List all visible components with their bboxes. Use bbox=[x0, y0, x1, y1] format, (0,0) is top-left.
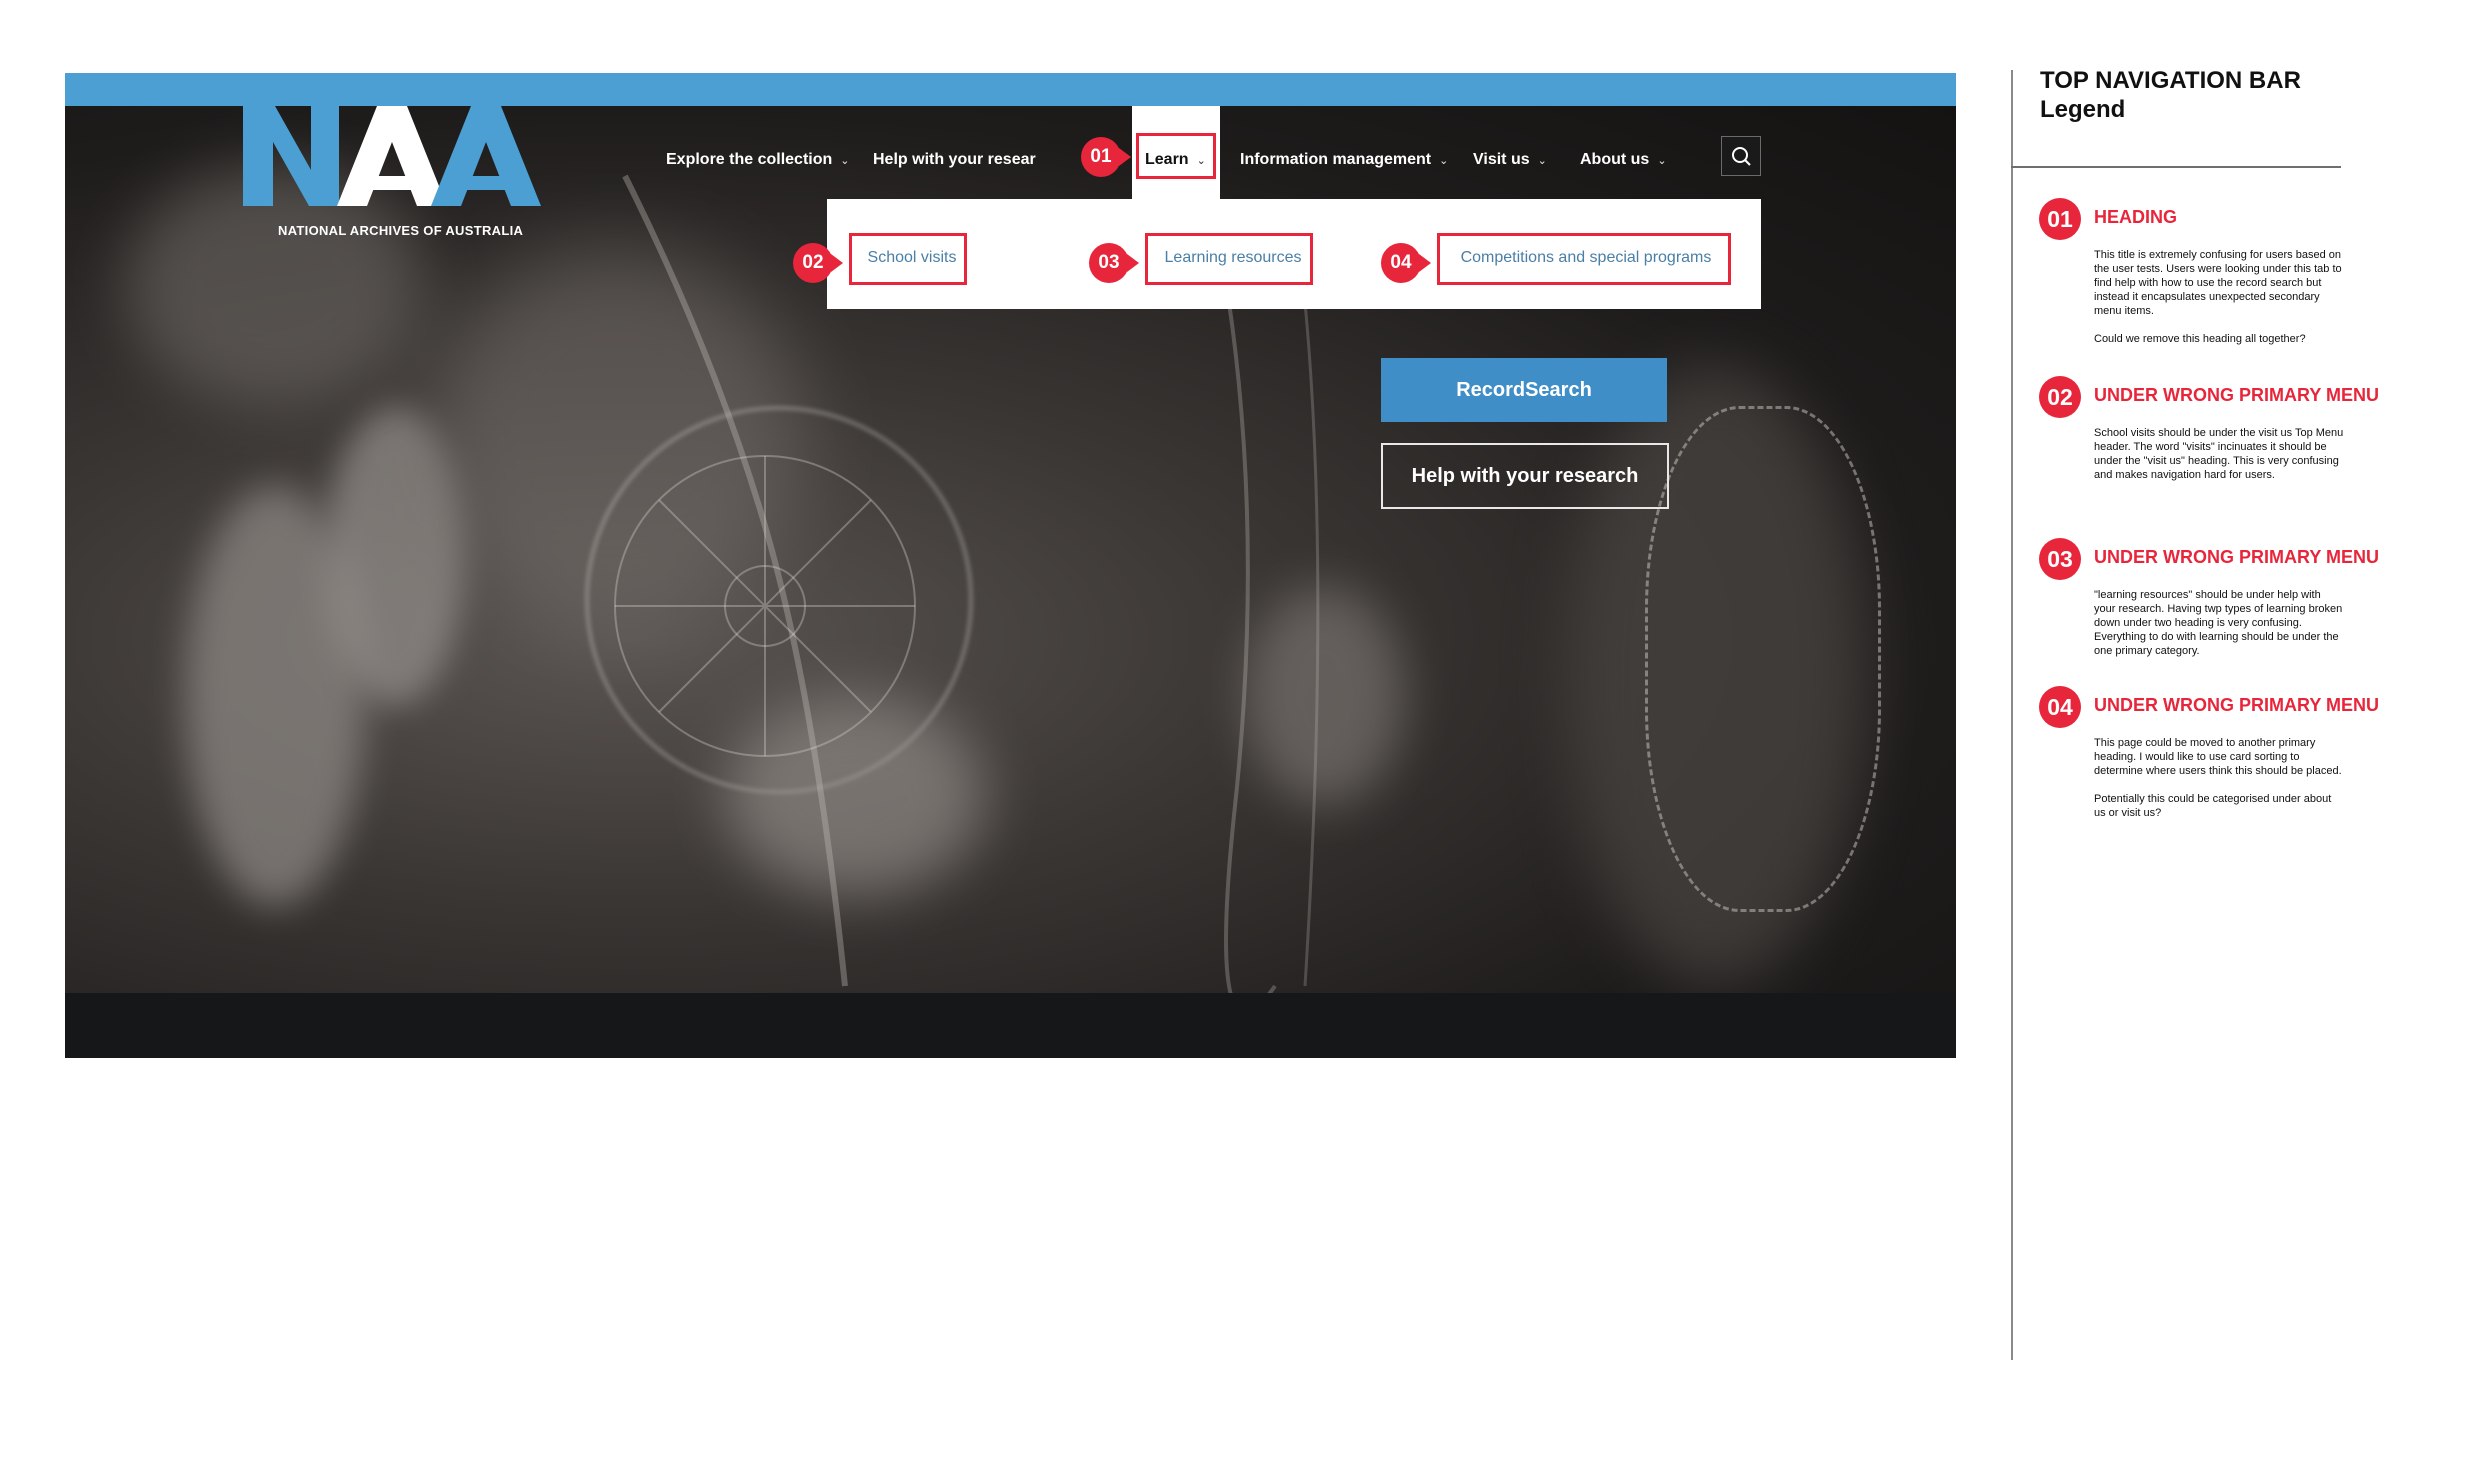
legend-body-01: This title is extremely confusing for us… bbox=[2094, 248, 2344, 360]
nav-explore-the-collection[interactable]: Explore the collection ⌄ bbox=[666, 143, 849, 177]
search-button[interactable] bbox=[1721, 136, 1761, 176]
learn-dropdown-menu: School visits Learning resources Competi… bbox=[827, 199, 1761, 309]
legend-title-line1: TOP NAVIGATION BAR bbox=[2040, 67, 2301, 94]
nav-information-management[interactable]: Information management ⌄ bbox=[1240, 143, 1448, 177]
legend-heading-01: HEADING bbox=[2094, 207, 2178, 227]
nav-label: Help with your resear bbox=[873, 151, 1036, 168]
nav-learn[interactable]: Learn ⌄ bbox=[1145, 143, 1206, 177]
recordsearch-button[interactable]: RecordSearch bbox=[1381, 358, 1667, 422]
chevron-down-icon: ⌄ bbox=[1537, 155, 1547, 167]
nav-help-with-your-research[interactable]: Help with your resear bbox=[873, 143, 1036, 177]
legend-title-line2: Legend bbox=[2040, 96, 2126, 123]
nav-visit-us[interactable]: Visit us ⌄ bbox=[1473, 143, 1547, 177]
chevron-down-icon: ⌄ bbox=[1439, 155, 1449, 167]
top-brand-stripe bbox=[65, 73, 1956, 106]
nav-about-us[interactable]: About us ⌄ bbox=[1580, 143, 1667, 177]
legend-paragraph: Could we remove this heading all togethe… bbox=[2094, 333, 2306, 345]
chevron-down-icon: ⌄ bbox=[840, 155, 850, 167]
legend-paragraph: Potentially this could be categorised un… bbox=[2094, 793, 2332, 819]
legend-badge-04: 04 bbox=[2039, 686, 2081, 728]
legend-title: TOP NAVIGATION BAR Legend bbox=[2040, 66, 2301, 124]
dropdown-school-visits[interactable]: School visits bbox=[853, 235, 971, 281]
legend-badge-02: 02 bbox=[2039, 376, 2081, 418]
annotation-marker-04: 04 bbox=[1381, 241, 1431, 285]
legend-body-03: "learning resources" should be under hel… bbox=[2094, 588, 2344, 672]
legend-badge-01: 01 bbox=[2039, 198, 2081, 240]
nav-label: About us bbox=[1580, 151, 1650, 168]
dropdown-learning-resources[interactable]: Learning resources bbox=[1149, 235, 1317, 281]
legend-body-04: This page could be moved to another prim… bbox=[2094, 736, 2344, 834]
help-with-your-research-button[interactable]: Help with your research bbox=[1381, 443, 1669, 509]
legend-divider-horizontal bbox=[2011, 166, 2341, 168]
annotation-marker-02: 02 bbox=[793, 241, 843, 285]
nav-label: Learn bbox=[1145, 151, 1189, 168]
legend-divider-vertical bbox=[2011, 70, 2013, 1360]
search-icon bbox=[1732, 147, 1751, 166]
nav-label: Information management bbox=[1240, 151, 1432, 168]
nav-label: Explore the collection bbox=[666, 151, 833, 168]
legend-paragraph: This page could be moved to another prim… bbox=[2094, 737, 2342, 777]
footer-bar bbox=[65, 993, 1956, 1058]
legend-heading-03: UNDER WRONG PRIMARY MENU bbox=[2094, 547, 2380, 567]
legend-body-02: School visits should be under the visit … bbox=[2094, 426, 2344, 496]
annotation-marker-03: 03 bbox=[1089, 241, 1139, 285]
logo-tagline: NATIONAL ARCHIVES OF AUSTRALIA bbox=[278, 223, 524, 238]
website-screenshot: NATIONAL ARCHIVES OF AUSTRALIA Explore t… bbox=[65, 73, 1956, 1058]
annotation-marker-01: 01 bbox=[1081, 135, 1131, 179]
dropdown-competitions-and-special-programs[interactable]: Competitions and special programs bbox=[1441, 235, 1731, 281]
legend-paragraph: School visits should be under the visit … bbox=[2094, 427, 2344, 481]
legend-badge-03: 03 bbox=[2039, 538, 2081, 580]
legend-paragraph: "learning resources" should be under hel… bbox=[2094, 589, 2343, 657]
legend-heading-04: UNDER WRONG PRIMARY MENU bbox=[2094, 695, 2380, 715]
chevron-down-icon: ⌄ bbox=[1657, 155, 1667, 167]
chevron-down-icon: ⌄ bbox=[1196, 155, 1206, 167]
legend-heading-02: UNDER WRONG PRIMARY MENU bbox=[2094, 385, 2380, 405]
legend-paragraph: This title is extremely confusing for us… bbox=[2094, 249, 2342, 317]
nav-label: Visit us bbox=[1473, 151, 1530, 168]
